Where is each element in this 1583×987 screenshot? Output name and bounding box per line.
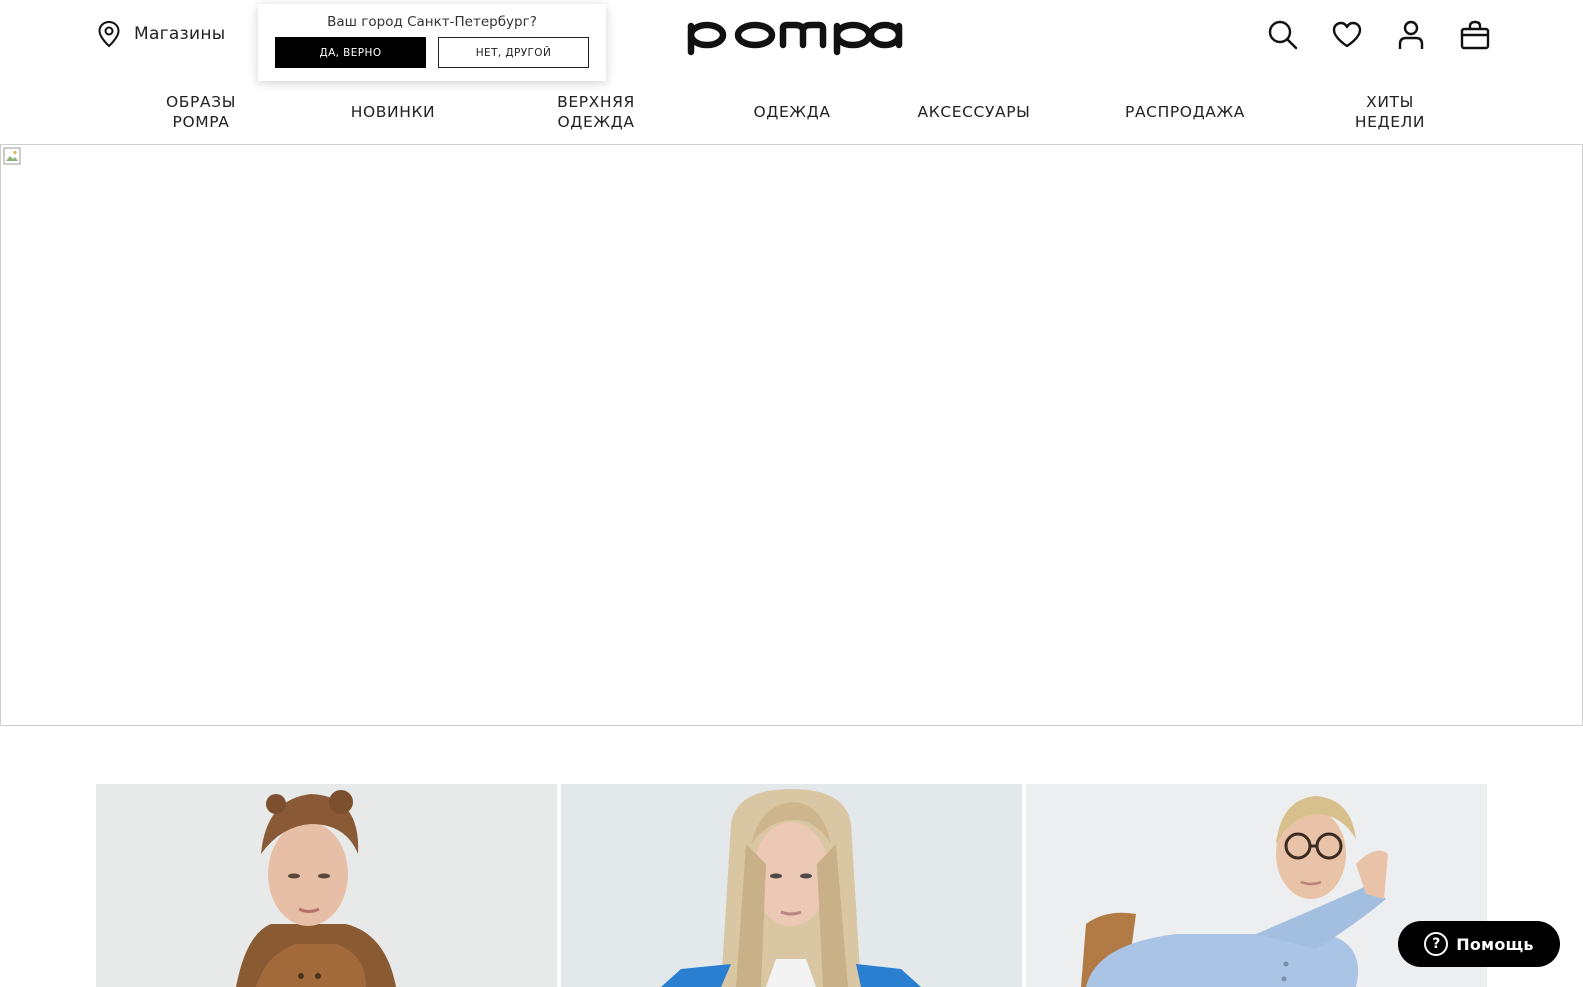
question-icon: ? bbox=[1424, 932, 1449, 956]
nav-item-looks[interactable]: ОБРАЗЫ POMPA bbox=[140, 90, 262, 134]
user-icon[interactable] bbox=[1394, 18, 1428, 52]
confirm-city-button[interactable]: ДА, ВЕРНО bbox=[275, 37, 426, 68]
shopping-bag-icon[interactable] bbox=[1458, 18, 1492, 52]
nav-item-accessories[interactable]: АКСЕССУАРЫ bbox=[894, 90, 1054, 134]
header-actions bbox=[1266, 18, 1492, 52]
city-question: Ваш город Санкт-Петербург? bbox=[327, 14, 537, 30]
model-photo-2 bbox=[561, 784, 1022, 987]
nav-item-sale[interactable]: РАСПРОДАЖА bbox=[1100, 90, 1270, 134]
stores-label: Магазины bbox=[134, 24, 226, 44]
search-icon[interactable] bbox=[1266, 18, 1300, 52]
hero-banner[interactable] bbox=[0, 144, 1583, 726]
stores-link[interactable]: Магазины bbox=[96, 20, 225, 48]
site-header: Магазины Ваш город Санкт-Петербург? ДА, … bbox=[0, 0, 1583, 144]
main-nav: ОБРАЗЫ POMPA НОВИНКИ ВЕРХНЯЯ ОДЕЖДА ОДЕЖ… bbox=[0, 90, 1583, 134]
help-button[interactable]: ? Помощь bbox=[1398, 921, 1560, 967]
broken-image-icon bbox=[3, 147, 21, 165]
category-card-1[interactable] bbox=[96, 784, 557, 987]
location-pin-icon bbox=[96, 20, 122, 48]
nav-item-hits[interactable]: ХИТЫ НЕДЕЛИ bbox=[1330, 90, 1450, 134]
help-label: Помощь bbox=[1456, 934, 1534, 954]
category-cards bbox=[96, 784, 1487, 987]
city-confirm-popup: Ваш город Санкт-Петербург? ДА, ВЕРНО НЕТ… bbox=[258, 4, 606, 81]
model-photo-1 bbox=[96, 784, 557, 987]
category-card-2[interactable] bbox=[561, 784, 1022, 987]
change-city-button[interactable]: НЕТ, ДРУГОЙ bbox=[438, 37, 589, 68]
nav-item-clothing[interactable]: ОДЕЖДА bbox=[730, 90, 854, 134]
heart-icon[interactable] bbox=[1330, 18, 1364, 52]
nav-item-new[interactable]: НОВИНКИ bbox=[330, 90, 456, 134]
nav-item-outerwear[interactable]: ВЕРХНЯЯ ОДЕЖДА bbox=[530, 90, 662, 134]
pompa-logo[interactable] bbox=[683, 14, 907, 56]
